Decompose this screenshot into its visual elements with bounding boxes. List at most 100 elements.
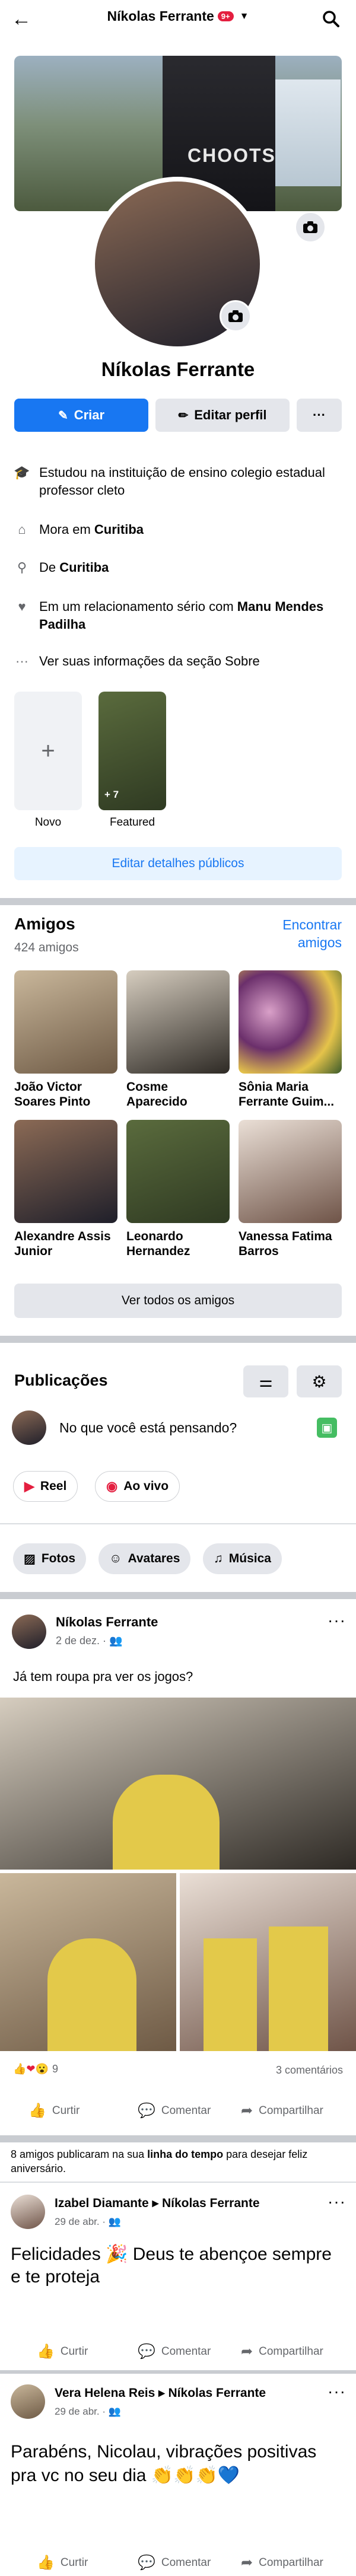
vera-avatar[interactable]	[11, 2384, 45, 2419]
share-button[interactable]: ➦ Compartilhar	[241, 2102, 323, 2119]
arrow-right-icon: ▸	[152, 2196, 159, 2210]
about-from: ⚲ De Curitiba	[13, 559, 109, 577]
izabel-avatar[interactable]	[11, 2195, 45, 2229]
share-label: Compartilhar	[259, 2345, 323, 2358]
edit-square-icon: ✎	[58, 409, 68, 422]
profile-name-header[interactable]: Níkolas Ferrante 9+ ▼	[0, 8, 356, 24]
create-button[interactable]: ✎ Criar	[14, 399, 148, 432]
post-options-icon[interactable]: ···	[328, 2192, 346, 2211]
house-icon: ⌂	[18, 522, 26, 537]
header-name: Níkolas Ferrante	[107, 8, 214, 24]
share-button[interactable]: ➦ Compartilhar	[241, 2554, 323, 2571]
reactions-summary[interactable]: 👍 ❤ 😮 9	[13, 2063, 58, 2075]
cover-shirt-text: CHOOTS	[187, 145, 276, 166]
friend-photo	[14, 1120, 117, 1223]
post-photo-main[interactable]	[0, 1698, 356, 1870]
comment-icon: 💬	[138, 2343, 155, 2360]
edit-profile-button[interactable]: ✏ Editar perfil	[155, 399, 290, 432]
live-video-icon: ◉	[106, 1479, 118, 1494]
friend-card[interactable]: Alexandre Assis Junior	[14, 1120, 117, 1259]
about-see-more[interactable]: ··· Ver suas informações da seção Sobre	[13, 652, 260, 670]
tab-music[interactable]: ♫ Música	[203, 1543, 282, 1574]
share-icon: ➦	[241, 2343, 253, 2360]
wall-post-author[interactable]: Izabel Diamante	[55, 2196, 149, 2210]
featured-label: Featured	[109, 816, 155, 829]
heart-icon: ♥	[18, 599, 26, 614]
wow-reaction-icon: 😮	[35, 2063, 49, 2075]
friend-card[interactable]: Vanessa Fatima Barros	[239, 1120, 342, 1259]
composer-input[interactable]: No que você está pensando?	[59, 1420, 237, 1436]
reactions-count: 9	[52, 2063, 58, 2075]
education-text: Estudou na instituição de ensino colegio…	[39, 465, 325, 498]
share-button[interactable]: ➦ Compartilhar	[241, 2343, 323, 2360]
post-date: 2 de dez. · 👥	[56, 1635, 123, 1647]
new-featured-label: Novo	[34, 816, 62, 829]
share-label: Compartilhar	[259, 2556, 323, 2569]
post-author[interactable]: Níkolas Ferrante	[56, 1615, 158, 1630]
wall-post-target[interactable]: Níkolas Ferrante	[162, 2196, 260, 2210]
friends-audience-icon: 👥	[109, 1635, 123, 1647]
reel-button[interactable]: ▶ Reel	[13, 1471, 78, 1502]
reel-label: Reel	[40, 1479, 67, 1493]
comment-button[interactable]: 💬 Comentar	[138, 2343, 211, 2360]
tab-avatars-label: Avatares	[128, 1552, 180, 1565]
comments-count[interactable]: 3 comentários	[225, 2064, 343, 2077]
post-photo-right[interactable]	[180, 1873, 356, 2051]
like-button[interactable]: 👍 Curtir	[28, 2102, 80, 2119]
see-about-text: Ver suas informações da seção Sobre	[39, 654, 260, 668]
wall-post-target[interactable]: Níkolas Ferrante	[169, 2386, 266, 2400]
filter-icon[interactable]: ⚌	[243, 1365, 288, 1397]
featured-card[interactable]: + 7	[98, 692, 166, 810]
wall-post-date: 29 de abr. · 👥	[55, 2406, 121, 2418]
section-divider	[0, 2370, 356, 2374]
live-button[interactable]: ◉ Ao vivo	[95, 1471, 180, 1502]
wall-post-header: Izabel Diamante ▸ Níkolas Ferrante	[55, 2196, 260, 2211]
lives-prefix: Mora em	[39, 522, 94, 537]
arrow-right-icon: ▸	[158, 2386, 165, 2400]
thumbs-up-icon: 👍	[37, 2555, 55, 2571]
location-pin-icon: ⚲	[17, 560, 27, 575]
search-icon[interactable]	[319, 7, 343, 31]
find-friends-link[interactable]: Encontrar amigos	[261, 916, 342, 951]
notice-part: 8 amigos publicaram na sua	[11, 2148, 148, 2160]
about-lives: ⌂ Mora em Curitiba	[13, 521, 144, 539]
about-relationship: ♥ Em um relacionamento sério com Manu Me…	[13, 598, 343, 633]
avatar-camera-icon[interactable]	[220, 300, 252, 332]
lives-city[interactable]: Curitiba	[94, 522, 144, 537]
post-author-avatar[interactable]	[12, 1615, 46, 1649]
see-all-friends-button[interactable]: Ver todos os amigos	[14, 1284, 342, 1318]
new-featured-card[interactable]: +	[14, 692, 82, 810]
post-photo-left[interactable]	[0, 1873, 176, 2051]
post-options-icon[interactable]: ···	[328, 1611, 346, 1630]
comment-button[interactable]: 💬 Comentar	[138, 2102, 211, 2119]
music-icon: ♫	[214, 1552, 223, 1565]
friend-card[interactable]: Cosme Aparecido	[126, 970, 230, 1109]
like-button[interactable]: 👍 Curtir	[37, 2343, 88, 2360]
yellow-shirt	[113, 1775, 220, 1870]
more-options-button[interactable]: ···	[297, 399, 342, 432]
graduation-cap-icon: 🎓	[14, 465, 30, 480]
comment-label: Comentar	[161, 2104, 211, 2117]
gear-icon[interactable]: ⚙	[297, 1365, 342, 1397]
wall-post-date-text: 29 de abr. ·	[55, 2406, 106, 2417]
tab-photos[interactable]: ▨ Fotos	[13, 1543, 86, 1574]
wall-post-author[interactable]: Vera Helena Reis	[55, 2386, 155, 2400]
tab-avatars[interactable]: ☺ Avatares	[98, 1543, 191, 1574]
pencil-icon: ✏	[178, 409, 189, 422]
like-label: Curtir	[52, 2104, 80, 2117]
wall-post-date: 29 de abr. · 👥	[55, 2216, 121, 2228]
comment-button[interactable]: 💬 Comentar	[138, 2554, 211, 2571]
edit-public-details-button[interactable]: Editar detalhes públicos	[14, 847, 342, 880]
photo-icon[interactable]: ▣	[317, 1418, 337, 1438]
timeline-link[interactable]: linha do tempo	[147, 2148, 223, 2160]
friend-card[interactable]: Leonardo Hernandez	[126, 1120, 230, 1259]
cover-camera-icon[interactable]	[294, 211, 326, 243]
post-options-icon[interactable]: ···	[328, 2382, 346, 2401]
friend-photo	[126, 1120, 230, 1223]
friend-card[interactable]: João Victor Soares Pinto	[14, 970, 117, 1109]
like-button[interactable]: 👍 Curtir	[37, 2554, 88, 2571]
friends-audience-icon: 👥	[108, 2406, 121, 2417]
friend-card[interactable]: Sônia Maria Ferrante Guim...	[239, 970, 342, 1109]
yellow-shirt	[204, 1938, 257, 2051]
from-city[interactable]: Curitiba	[59, 560, 109, 575]
